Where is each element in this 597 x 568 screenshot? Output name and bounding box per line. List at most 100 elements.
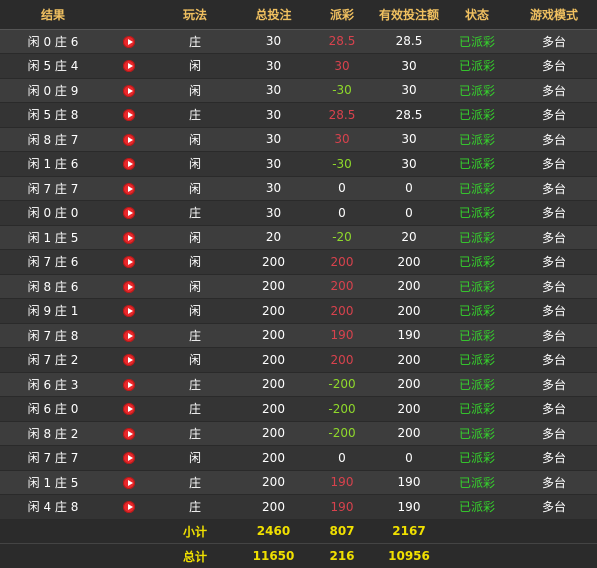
play-icon[interactable] bbox=[123, 476, 135, 489]
cell-result: 闲 8 庄 6 bbox=[0, 274, 106, 299]
cell-total-bet: 30 bbox=[238, 200, 309, 226]
cell-result: 闲 4 庄 8 bbox=[0, 494, 106, 520]
cell-status: 已派彩 bbox=[443, 151, 511, 177]
play-icon[interactable] bbox=[123, 378, 135, 391]
cell-status: 已派彩 bbox=[443, 274, 511, 299]
table-row: 闲 7 庄 6 闲 200 200 200 已派彩 多台 bbox=[0, 249, 597, 275]
cell-status: 已派彩 bbox=[443, 421, 511, 446]
cell-result: 闲 8 庄 7 bbox=[0, 127, 106, 152]
cell-status: 已派彩 bbox=[443, 53, 511, 79]
table-row: 闲 9 庄 1 闲 200 200 200 已派彩 多台 bbox=[0, 298, 597, 324]
total-bet: 11650 bbox=[238, 543, 309, 568]
subtotal-bet: 2460 bbox=[238, 518, 309, 544]
table-row: 闲 0 庄 9 闲 30 -30 30 已派彩 多台 bbox=[0, 78, 597, 103]
cell-result: 闲 7 庄 7 bbox=[0, 176, 106, 201]
play-icon[interactable] bbox=[123, 60, 135, 73]
cell-replay bbox=[106, 372, 152, 397]
col-header-game-mode: 游戏模式 bbox=[511, 0, 597, 30]
cell-replay bbox=[106, 396, 152, 422]
cell-result: 闲 7 庄 7 bbox=[0, 445, 106, 471]
table-row: 闲 0 庄 0 庄 30 0 0 已派彩 多台 bbox=[0, 200, 597, 226]
cell-valid-bet: 190 bbox=[375, 494, 443, 520]
cell-status: 已派彩 bbox=[443, 372, 511, 397]
cell-payout: -200 bbox=[309, 421, 375, 446]
cell-total-bet: 30 bbox=[238, 78, 309, 103]
cell-total-bet: 200 bbox=[238, 347, 309, 373]
cell-payout: -20 bbox=[309, 225, 375, 250]
cell-payout: 28.5 bbox=[309, 29, 375, 54]
cell-status: 已派彩 bbox=[443, 347, 511, 373]
cell-result: 闲 0 庄 6 bbox=[0, 29, 106, 54]
table-row: 闲 1 庄 5 闲 20 -20 20 已派彩 多台 bbox=[0, 225, 597, 250]
cell-payout: 30 bbox=[309, 53, 375, 79]
play-icon[interactable] bbox=[123, 133, 135, 146]
table-row: 闲 8 庄 6 闲 200 200 200 已派彩 多台 bbox=[0, 274, 597, 299]
cell-total-bet: 200 bbox=[238, 470, 309, 495]
cell-result: 闲 1 庄 6 bbox=[0, 151, 106, 177]
table-row: 闲 7 庄 2 闲 200 200 200 已派彩 多台 bbox=[0, 347, 597, 373]
cell-result: 闲 0 庄 9 bbox=[0, 78, 106, 103]
cell-total-bet: 30 bbox=[238, 151, 309, 177]
cell-play: 闲 bbox=[152, 298, 238, 324]
cell-total-bet: 200 bbox=[238, 494, 309, 520]
cell-total-bet: 200 bbox=[238, 396, 309, 422]
cell-payout: 190 bbox=[309, 323, 375, 348]
cell-game-mode: 多台 bbox=[511, 249, 597, 275]
cell-total-bet: 200 bbox=[238, 274, 309, 299]
play-icon[interactable] bbox=[123, 231, 135, 244]
cell-replay bbox=[106, 127, 152, 152]
play-icon[interactable] bbox=[123, 35, 135, 48]
cell-payout: 200 bbox=[309, 274, 375, 299]
cell-valid-bet: 200 bbox=[375, 372, 443, 397]
cell-valid-bet: 200 bbox=[375, 421, 443, 446]
cell-total-bet: 20 bbox=[238, 225, 309, 250]
play-icon[interactable] bbox=[123, 354, 135, 367]
cell-game-mode: 多台 bbox=[511, 102, 597, 128]
cell-payout: -200 bbox=[309, 372, 375, 397]
col-header-play: 玩法 bbox=[152, 0, 238, 30]
table-row: 闲 1 庄 6 闲 30 -30 30 已派彩 多台 bbox=[0, 151, 597, 177]
cell-status: 已派彩 bbox=[443, 200, 511, 226]
play-icon[interactable] bbox=[123, 256, 135, 269]
play-icon[interactable] bbox=[123, 280, 135, 293]
cell-status: 已派彩 bbox=[443, 323, 511, 348]
cell-result: 闲 6 庄 0 bbox=[0, 396, 106, 422]
cell-play: 庄 bbox=[152, 396, 238, 422]
cell-game-mode: 多台 bbox=[511, 274, 597, 299]
cell-valid-bet: 190 bbox=[375, 470, 443, 495]
cell-payout: 200 bbox=[309, 347, 375, 373]
play-icon[interactable] bbox=[123, 452, 135, 465]
table-row: 闲 0 庄 6 庄 30 28.5 28.5 已派彩 多台 bbox=[0, 29, 597, 54]
play-icon[interactable] bbox=[123, 305, 135, 318]
cell-replay bbox=[106, 298, 152, 324]
cell-result: 闲 8 庄 2 bbox=[0, 421, 106, 446]
cell-play: 闲 bbox=[152, 176, 238, 201]
cell-play: 庄 bbox=[152, 29, 238, 54]
cell-total-bet: 200 bbox=[238, 298, 309, 324]
cell-valid-bet: 0 bbox=[375, 200, 443, 226]
table-row: 闲 6 庄 0 庄 200 -200 200 已派彩 多台 bbox=[0, 396, 597, 422]
cell-valid-bet: 0 bbox=[375, 176, 443, 201]
play-icon[interactable] bbox=[123, 403, 135, 416]
cell-valid-bet: 190 bbox=[375, 323, 443, 348]
cell-total-bet: 200 bbox=[238, 372, 309, 397]
play-icon[interactable] bbox=[123, 207, 135, 220]
cell-valid-bet: 20 bbox=[375, 225, 443, 250]
play-icon[interactable] bbox=[123, 501, 135, 514]
cell-payout: 190 bbox=[309, 470, 375, 495]
cell-replay bbox=[106, 176, 152, 201]
play-icon[interactable] bbox=[123, 427, 135, 440]
play-icon[interactable] bbox=[123, 158, 135, 171]
cell-payout: -30 bbox=[309, 151, 375, 177]
cell-game-mode: 多台 bbox=[511, 445, 597, 471]
cell-result: 闲 1 庄 5 bbox=[0, 470, 106, 495]
play-icon[interactable] bbox=[123, 182, 135, 195]
cell-valid-bet: 30 bbox=[375, 53, 443, 79]
play-icon[interactable] bbox=[123, 329, 135, 342]
play-icon[interactable] bbox=[123, 84, 135, 97]
cell-payout: -30 bbox=[309, 78, 375, 103]
play-icon[interactable] bbox=[123, 109, 135, 122]
cell-game-mode: 多台 bbox=[511, 421, 597, 446]
cell-payout: 30 bbox=[309, 127, 375, 152]
cell-status: 已派彩 bbox=[443, 127, 511, 152]
